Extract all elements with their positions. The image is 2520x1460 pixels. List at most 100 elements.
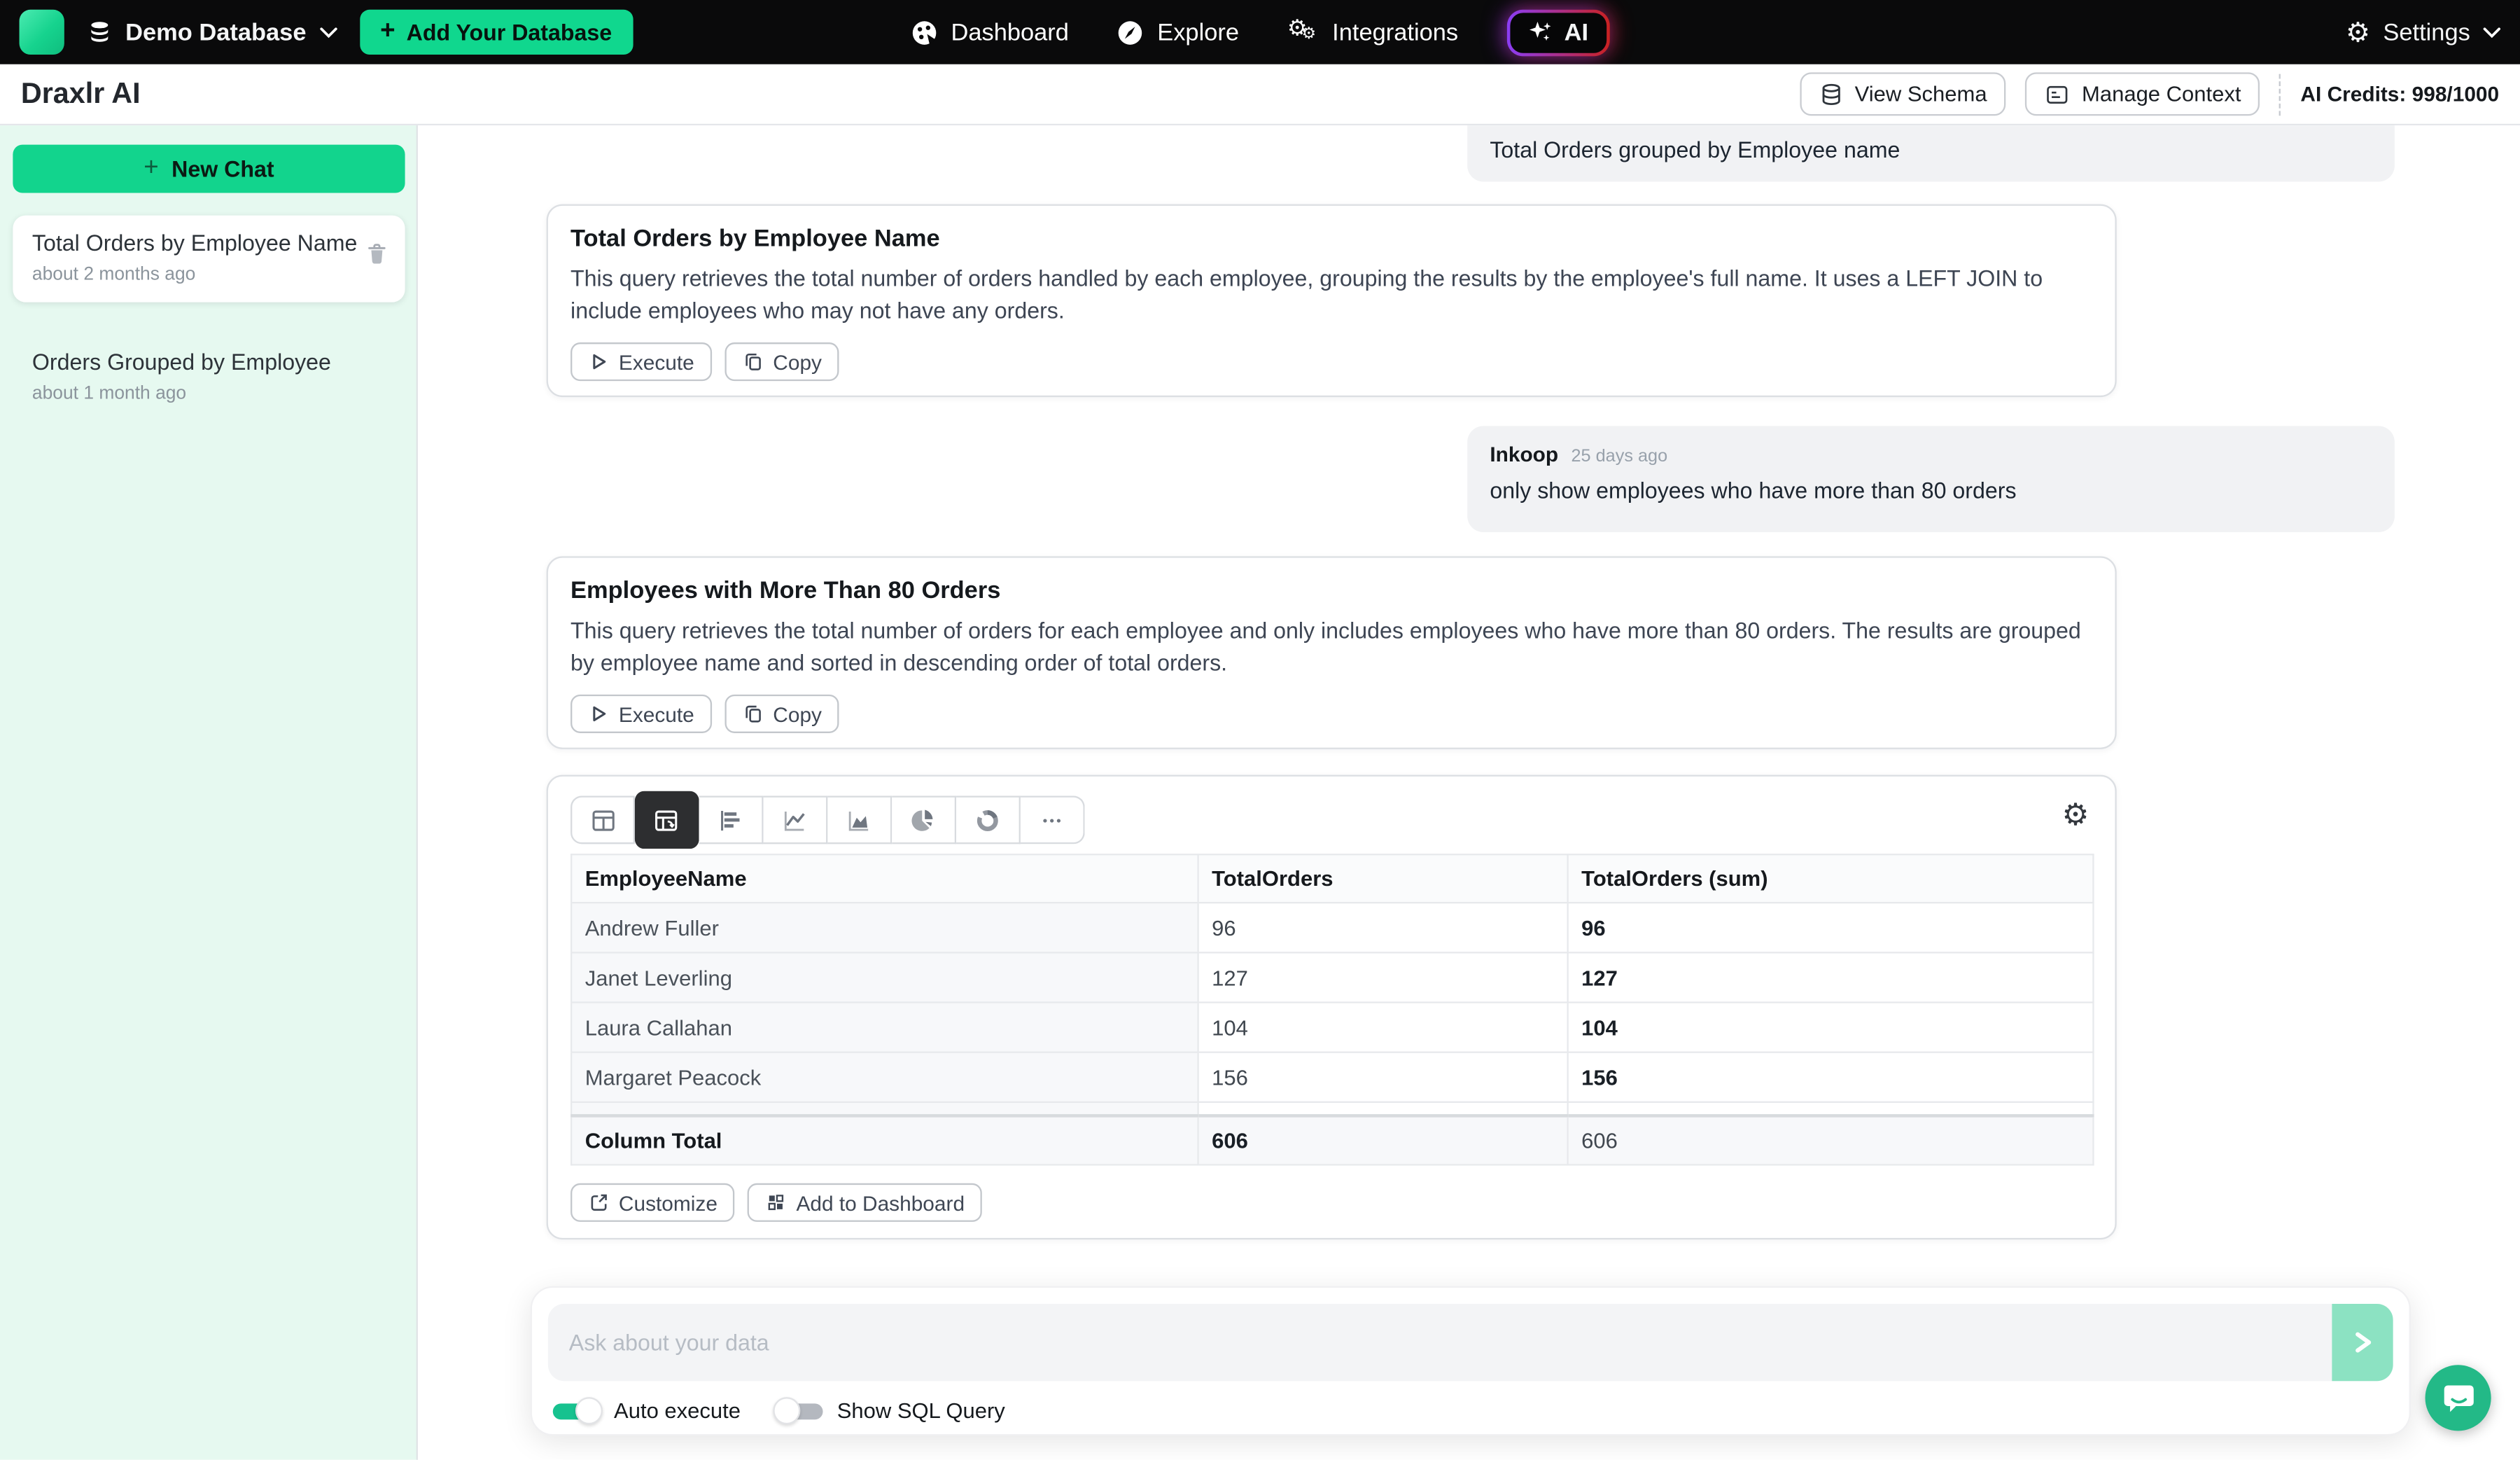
cell-employee: Margaret Peacock — [571, 1052, 1198, 1102]
cell-total: 156 — [1198, 1052, 1568, 1102]
column-header[interactable]: TotalOrders (sum) — [1568, 854, 2094, 903]
user-message: Total Orders grouped by Employee name — [1467, 125, 2395, 181]
bar-chart-icon[interactable] — [699, 795, 764, 844]
table-header-row: EmployeeName TotalOrders TotalOrders (su… — [571, 854, 2093, 903]
chat-title: Total Orders by Employee Name — [32, 230, 386, 256]
execute-button[interactable]: Execute — [570, 342, 712, 381]
copy-icon — [743, 351, 764, 373]
nav-item-dashboard[interactable]: Dashboard — [911, 18, 1069, 46]
cell-employee: Andrew Fuller — [571, 903, 1198, 952]
donut-chart-icon[interactable] — [956, 795, 1021, 844]
new-chat-button[interactable]: + New Chat — [13, 145, 405, 193]
composer: Auto execute Show SQL Query — [531, 1286, 2411, 1436]
chat-support-launcher[interactable] — [2426, 1365, 2491, 1431]
database-selector-label: Demo Database — [125, 18, 306, 46]
database-icon — [1819, 81, 1843, 107]
query-description: This query retrieves the total number of… — [570, 614, 2092, 679]
cell-total-sum: 104 — [1568, 1003, 2094, 1052]
cell-total-sum: 127 — [1568, 952, 2094, 1002]
nav-item-ai-active[interactable]: AI — [1506, 9, 1609, 56]
external-link-icon — [588, 1191, 609, 1214]
play-icon — [588, 351, 609, 373]
add-your-database-button[interactable]: + Add Your Database — [359, 10, 633, 55]
app-window: Demo Database + Add Your Database Dashbo… — [0, 0, 2520, 1460]
copy-icon — [743, 702, 764, 725]
ai-query-card: Total Orders by Employee Name This query… — [547, 204, 2117, 398]
cell-total-label: Column Total — [571, 1115, 1198, 1164]
table-row: Andrew Fuller 96 96 — [571, 903, 2093, 952]
chat-time: about 1 month ago — [32, 384, 386, 404]
plus-icon: + — [380, 20, 395, 46]
query-description: This query retrieves the total number of… — [570, 262, 2092, 326]
cell-total-sum: 96 — [1568, 903, 2094, 952]
cell-employee: Janet Leverling — [571, 952, 1198, 1002]
chat-list-item-active[interactable]: Total Orders by Employee Name about 2 mo… — [13, 216, 405, 303]
message-time: 25 days ago — [1572, 447, 1668, 466]
pivot-table-view-icon-selected[interactable] — [635, 791, 699, 849]
cell-total: 104 — [1198, 1003, 1568, 1052]
chat-time: about 2 months ago — [32, 265, 386, 285]
chat-title: Orders Grouped by Employee — [32, 349, 386, 375]
draxlr-logo[interactable] — [20, 10, 64, 55]
table-row: Janet Leverling 127 127 — [571, 952, 2093, 1002]
dashboard-icon — [911, 18, 938, 46]
chevron-down-icon — [319, 27, 337, 38]
page-header: Draxlr AI View Schema Manage Context AI … — [0, 64, 2520, 125]
settings-menu[interactable]: ⚙ Settings — [2346, 18, 2500, 46]
chart-type-switcher — [570, 795, 1085, 844]
auto-execute-label: Auto execute — [614, 1398, 741, 1422]
auto-execute-toggle[interactable] — [553, 1403, 600, 1419]
add-to-dashboard-button[interactable]: Add to Dashboard — [748, 1183, 983, 1222]
nav-item-explore[interactable]: Explore — [1117, 18, 1239, 46]
nav-item-integrations[interactable]: ⚙ ⚙ Integrations — [1287, 18, 1458, 46]
database-stack-icon — [87, 20, 113, 46]
compass-icon — [1117, 18, 1144, 46]
more-chart-types-icon[interactable] — [1021, 795, 1085, 844]
play-icon — [588, 702, 609, 725]
ask-input[interactable] — [548, 1304, 2393, 1381]
query-title: Total Orders by Employee Name — [570, 225, 2092, 252]
cell-total-sum: 156 — [1568, 1052, 2094, 1102]
query-results-card: ⚙ EmployeeName TotalOrders TotalOrders (… — [547, 775, 2117, 1240]
line-chart-icon[interactable] — [764, 795, 828, 844]
table-total-row: Column Total 606 606 — [571, 1115, 2093, 1164]
show-sql-toggle[interactable] — [776, 1403, 822, 1419]
dashboard-grid-icon — [766, 1191, 787, 1214]
cell-total-sum-value: 606 — [1568, 1115, 2094, 1164]
send-arrow-icon — [2351, 1330, 2374, 1356]
gears-icon: ⚙ ⚙ — [1287, 18, 1320, 46]
sparkles-icon — [1527, 20, 1553, 46]
manage-context-button[interactable]: Manage Context — [2026, 72, 2260, 116]
chat-bubble-icon — [2440, 1380, 2476, 1416]
result-settings-gear-icon[interactable]: ⚙ — [2062, 800, 2090, 831]
show-sql-label: Show SQL Query — [837, 1398, 1005, 1422]
database-selector[interactable]: Demo Database — [87, 18, 337, 46]
execute-button[interactable]: Execute — [570, 695, 712, 733]
area-chart-icon[interactable] — [827, 795, 892, 844]
cell-total-value: 606 — [1198, 1115, 1568, 1164]
delete-chat-icon[interactable] — [365, 241, 388, 267]
view-schema-button[interactable]: View Schema — [1800, 72, 2007, 116]
column-header[interactable]: EmployeeName — [571, 854, 1198, 903]
table-row: Margaret Peacock 156 156 — [571, 1052, 2093, 1102]
customize-button[interactable]: Customize — [570, 1183, 735, 1222]
copy-button[interactable]: Copy — [724, 695, 839, 733]
chat-list-item[interactable]: Orders Grouped by Employee about 1 month… — [13, 335, 405, 422]
copy-button[interactable]: Copy — [724, 342, 839, 381]
page-title: Draxlr AI — [21, 77, 141, 111]
context-card-icon — [2045, 81, 2071, 107]
ai-credits: AI Credits: 998/1000 — [2300, 82, 2499, 106]
ai-query-card: Employees with More Than 80 Orders This … — [547, 556, 2117, 749]
message-text: only show employees who have more than 8… — [1490, 478, 2372, 503]
table-row-clipped — [571, 1102, 2093, 1115]
pie-chart-icon[interactable] — [892, 795, 956, 844]
cell-employee: Laura Callahan — [571, 1003, 1198, 1052]
cell-total: 127 — [1198, 952, 1568, 1002]
chevron-down-icon — [2483, 27, 2500, 38]
send-button[interactable] — [2332, 1304, 2393, 1381]
top-nav: Demo Database + Add Your Database Dashbo… — [0, 0, 2520, 64]
cell-total: 96 — [1198, 903, 1568, 952]
table-view-icon[interactable] — [570, 795, 635, 844]
column-header[interactable]: TotalOrders — [1198, 854, 1568, 903]
results-table: EmployeeName TotalOrders TotalOrders (su… — [570, 854, 2094, 1165]
